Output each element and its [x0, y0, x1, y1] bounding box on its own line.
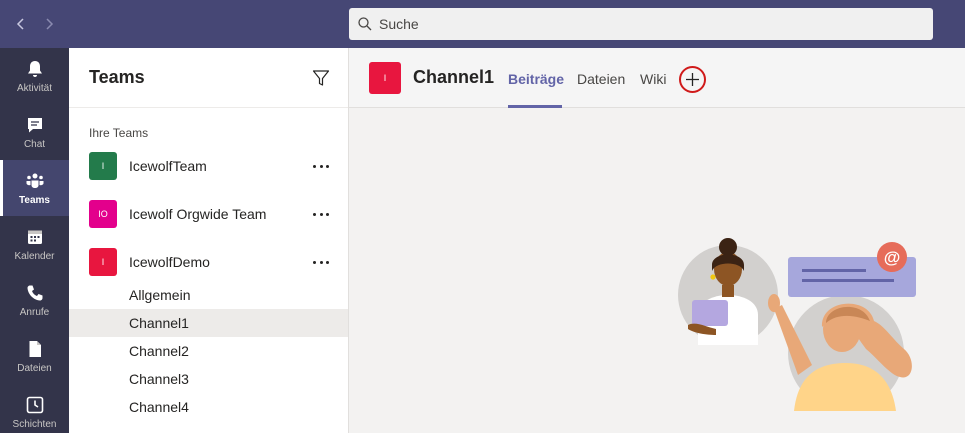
bell-icon: [27, 60, 42, 77]
search-input[interactable]: [379, 16, 899, 32]
team-row[interactable]: I IcewolfTeam: [69, 144, 348, 188]
channel-item[interactable]: Channel4: [69, 393, 348, 421]
chevron-right-icon: [46, 18, 54, 30]
panel-header: Teams: [69, 48, 348, 108]
panel-title: Teams: [89, 67, 145, 87]
more-options-button[interactable]: [311, 204, 331, 224]
add-tab-button[interactable]: [679, 66, 706, 93]
team-avatar: I: [89, 248, 117, 276]
channel-item[interactable]: Channel2: [69, 337, 348, 365]
rail-item-shifts[interactable]: Schichten: [0, 384, 69, 433]
rail-label: Dateien: [17, 362, 52, 374]
team-row[interactable]: IO Icewolf Orgwide Team: [69, 192, 348, 236]
rail-item-activity[interactable]: Aktivität: [0, 48, 69, 104]
rail-label: Kalender: [14, 250, 55, 262]
section-label: Ihre Teams: [89, 126, 149, 140]
more-options-button[interactable]: [311, 252, 331, 272]
phone-icon: [27, 285, 42, 300]
file-icon: [29, 340, 41, 357]
team-name: Icewolf Orgwide Team: [129, 206, 267, 222]
teams-icon: [26, 173, 43, 188]
tab-wiki[interactable]: Wiki: [640, 71, 666, 87]
channel-item[interactable]: Channel3: [69, 365, 348, 393]
forward-button[interactable]: [37, 12, 61, 36]
rail-label: Anrufe: [19, 306, 50, 318]
rail-label: Teams: [19, 194, 50, 206]
svg-text:@: @: [884, 248, 901, 267]
team-name: IcewolfDemo: [129, 254, 210, 270]
channel-avatar: I: [369, 62, 401, 94]
team-name: IcewolfTeam: [129, 158, 207, 174]
plus-icon: [686, 73, 699, 86]
calendar-icon: [27, 230, 42, 244]
rail-label: Chat: [23, 138, 46, 150]
channel-item-selected[interactable]: Channel1: [69, 309, 348, 337]
channel-item[interactable]: Allgemein: [69, 281, 348, 309]
app-bar: Aktivität Chat Teams Kalender Anrufe Dat…: [0, 48, 69, 433]
chevron-left-icon: [16, 18, 24, 30]
tab-posts[interactable]: Beiträge: [508, 71, 564, 87]
rail-label: Schichten: [12, 418, 57, 430]
team-avatar: I: [89, 152, 117, 180]
rail-item-teams[interactable]: Teams: [0, 160, 69, 216]
channel-title: Channel1: [413, 67, 495, 87]
tab-files[interactable]: Dateien: [577, 71, 625, 87]
rail-item-files[interactable]: Dateien: [0, 328, 69, 384]
rail-item-calls[interactable]: Anrufe: [0, 272, 69, 328]
active-tab-indicator: [508, 105, 562, 108]
welcome-illustration: @: [678, 238, 916, 411]
back-button[interactable]: [9, 12, 33, 36]
channel-header: I Channel1 Beiträge Dateien Wiki: [349, 48, 965, 108]
rail-item-chat[interactable]: Chat: [0, 104, 69, 160]
more-options-button[interactable]: [311, 156, 331, 176]
rail-label: Aktivität: [16, 82, 52, 94]
search-box[interactable]: [349, 8, 933, 40]
team-avatar: IO: [89, 200, 117, 228]
title-bar: [0, 0, 965, 48]
filter-icon[interactable]: [311, 68, 331, 88]
teams-panel: Teams Ihre Teams I IcewolfTeam IO Icewol…: [69, 48, 349, 433]
clock-icon: [26, 396, 43, 413]
team-row[interactable]: I IcewolfDemo: [69, 240, 348, 284]
search-icon: [358, 17, 372, 31]
chat-icon: [27, 117, 42, 132]
rail-item-calendar[interactable]: Kalender: [0, 216, 69, 272]
